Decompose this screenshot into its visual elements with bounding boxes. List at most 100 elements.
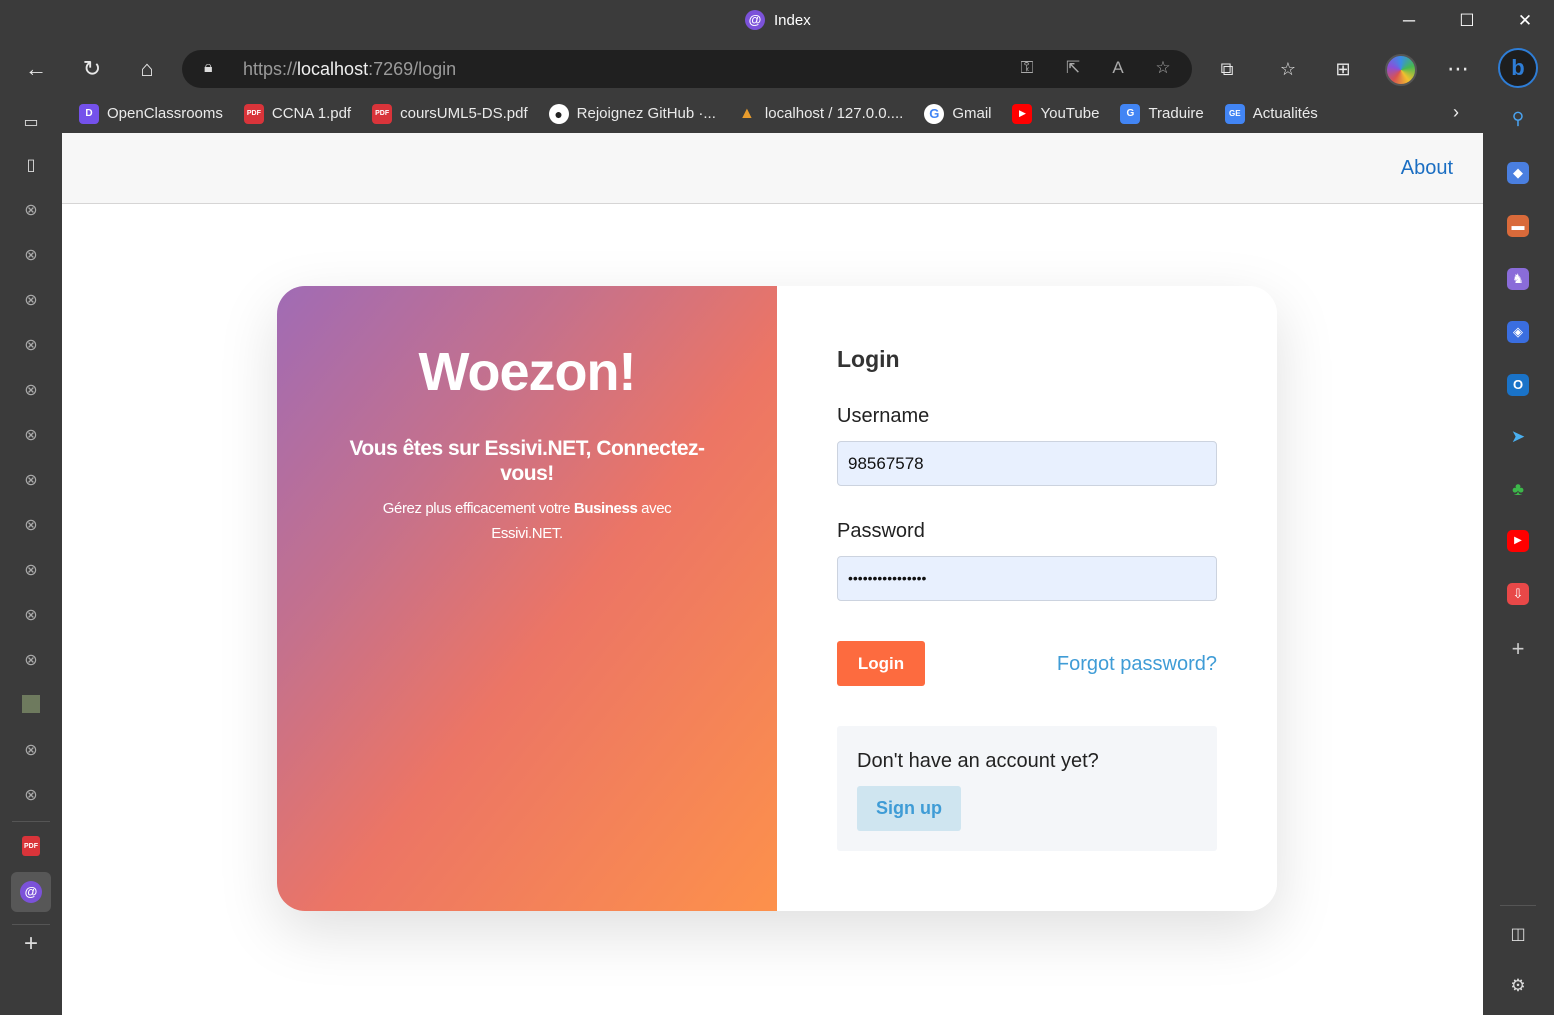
back-icon[interactable]: ←	[18, 51, 54, 87]
tab-error-icon[interactable]: ⊗	[20, 560, 42, 582]
divider	[12, 924, 50, 925]
password-label: Password	[837, 520, 925, 542]
tab-image-icon[interactable]	[22, 695, 40, 713]
welcome-subtext: Gérez plus efficacement votre Business a…	[382, 500, 672, 542]
bookmark-traduire[interactable]: G Traduire	[1120, 103, 1204, 124]
login-form: Login Username 98567578 Password •••••••…	[777, 286, 1277, 911]
games-icon[interactable]: ♞	[1507, 268, 1529, 290]
window-titlebar: @ Index ─ ☐ ✕	[0, 0, 1554, 42]
lock-icon[interactable]: 🔒︎	[204, 59, 224, 79]
welcome-panel: Woezon! Vous êtes sur Essivi.NET, Connec…	[277, 286, 777, 911]
username-input[interactable]: 98567578	[837, 441, 1217, 486]
about-link[interactable]: About	[1401, 157, 1453, 180]
add-favorite-icon[interactable]: ☆	[1152, 58, 1174, 80]
send-icon[interactable]: ➤	[1507, 426, 1529, 448]
bookmark-coursuml[interactable]: PDF coursUML5-DS.pdf	[372, 103, 528, 124]
tab-error-icon[interactable]: ⊗	[20, 515, 42, 537]
bookmark-localhost[interactable]: ▲ localhost / 127.0.0....	[737, 104, 903, 124]
brand-title: Woezon!	[418, 342, 637, 402]
window-title: @ Index	[745, 10, 811, 30]
shopping-tag-icon[interactable]: ◆	[1507, 162, 1529, 184]
tree-icon[interactable]: ♣	[1507, 478, 1529, 500]
tab-error-icon[interactable]: ⊗	[20, 380, 42, 402]
blazor-icon[interactable]: @	[20, 881, 42, 903]
read-aloud-icon[interactable]: A	[1107, 58, 1129, 80]
github-icon: ●	[548, 103, 569, 124]
blazor-icon: @	[745, 10, 765, 30]
tab-actions-icon[interactable]: ▭	[20, 112, 42, 134]
login-button[interactable]: Login	[837, 641, 925, 686]
tab-error-icon[interactable]: ⊗	[20, 425, 42, 447]
bookmarks-bar: D OpenClassrooms PDF CCNA 1.pdf PDF coursUM…	[62, 94, 1483, 133]
extensions-icon[interactable]: ⧉	[1209, 51, 1245, 87]
vertical-tabs-sidebar: ▭ ▯ ⊗ ⊗ ⊗ ⊗ ⊗ ⊗ ⊗ ⊗ ⊗ ⊗ ⊗ ⊗ ⊗ PDF @ +	[0, 94, 62, 1015]
form-title: Login	[837, 346, 900, 372]
sidebar-toggle-icon[interactable]: ◫	[1507, 924, 1529, 946]
tab-error-icon[interactable]: ⊗	[20, 245, 42, 267]
youtube-icon: ▶	[1012, 103, 1033, 124]
edge-sidebar: ⚲ ◆ ▬ ♞ ◈ O ➤ ♣ ▶ ⇩ + ◫ ⚙	[1483, 42, 1554, 1015]
open-in-app-icon[interactable]: ⇱	[1062, 58, 1084, 80]
forgot-password-link[interactable]: Forgot password?	[1057, 653, 1217, 676]
tab-error-icon[interactable]: ⊗	[20, 335, 42, 357]
profile-avatar[interactable]	[1385, 54, 1417, 86]
youtube-icon[interactable]: ▶	[1507, 530, 1529, 552]
bookmark-youtube[interactable]: ▶ YouTube	[1012, 103, 1099, 124]
browser-toolbar: ← ↻ ⌂ 🔒︎ https://localhost:7269/login ⚿ …	[0, 42, 1483, 94]
search-icon[interactable]: ⚲	[1507, 108, 1529, 130]
chevron-right-icon[interactable]: ›	[1453, 102, 1459, 123]
google-icon: G	[924, 103, 945, 124]
url-text[interactable]: https://localhost:7269/login	[243, 59, 456, 80]
window-controls: ─ ☐ ✕	[1380, 0, 1554, 42]
news-icon: GE	[1224, 103, 1245, 124]
bing-chat-icon[interactable]: b	[1498, 48, 1538, 88]
settings-icon[interactable]: ⚙	[1507, 975, 1529, 997]
pdf-icon: PDF	[243, 103, 264, 124]
maximize-button[interactable]: ☐	[1438, 0, 1496, 42]
pdf-icon[interactable]: PDF	[22, 836, 40, 856]
bookmark-actualites[interactable]: GE Actualités	[1224, 103, 1318, 124]
divider	[12, 821, 50, 822]
translate-icon: G	[1120, 103, 1141, 124]
collections-icon[interactable]: ⊞	[1325, 51, 1361, 87]
bookmark-openclassrooms[interactable]: D OpenClassrooms	[79, 103, 223, 124]
bookmark-ccna[interactable]: PDF CCNA 1.pdf	[243, 103, 351, 124]
bookmark-github[interactable]: ● Rejoignez GitHub ·...	[548, 103, 716, 124]
download-icon[interactable]: ⇩	[1507, 583, 1529, 605]
key-icon[interactable]: ⚿	[1016, 58, 1038, 80]
copilot-icon[interactable]: ◈	[1507, 321, 1529, 343]
phpmyadmin-icon: ▲	[738, 104, 755, 122]
favorites-icon[interactable]: ☆	[1270, 51, 1306, 87]
pdf-icon: PDF	[372, 103, 393, 124]
refresh-icon[interactable]: ↻	[74, 51, 110, 87]
signup-section: Don't have an account yet? Sign up	[837, 726, 1217, 851]
outlook-icon[interactable]: O	[1507, 374, 1529, 396]
openclassrooms-icon: D	[79, 103, 99, 124]
welcome-tagline: Vous êtes sur Essivi.NET, Connectez-vous…	[349, 437, 705, 485]
password-input[interactable]: ••••••••••••••••	[837, 556, 1217, 601]
page-icon[interactable]: ▯	[20, 155, 42, 177]
address-bar[interactable]: 🔒︎ https://localhost:7269/login ⚿ ⇱ A ☆	[182, 50, 1192, 88]
more-options-icon[interactable]: ⋯	[1440, 51, 1476, 87]
close-button[interactable]: ✕	[1496, 0, 1554, 42]
tab-error-icon[interactable]: ⊗	[20, 650, 42, 672]
bookmark-gmail[interactable]: G Gmail	[924, 103, 991, 124]
login-card: Woezon! Vous êtes sur Essivi.NET, Connec…	[277, 286, 1277, 911]
web-page: About Woezon! Vous êtes sur Essivi.NET, …	[62, 133, 1483, 1015]
username-label: Username	[837, 405, 930, 427]
app-header: About	[62, 133, 1483, 204]
tab-error-icon[interactable]: ⊗	[20, 785, 42, 807]
new-tab-icon[interactable]: +	[20, 932, 42, 956]
tab-error-icon[interactable]: ⊗	[20, 290, 42, 312]
tools-icon[interactable]: ▬	[1507, 215, 1529, 237]
add-icon[interactable]: +	[1507, 638, 1529, 660]
signup-button[interactable]: Sign up	[857, 786, 961, 831]
tab-error-icon[interactable]: ⊗	[20, 470, 42, 492]
tab-error-icon[interactable]: ⊗	[20, 605, 42, 627]
window-title-text: Index	[774, 11, 811, 29]
tab-error-icon[interactable]: ⊗	[20, 200, 42, 222]
tab-error-icon[interactable]: ⊗	[20, 740, 42, 762]
home-icon[interactable]: ⌂	[129, 51, 165, 87]
minimize-button[interactable]: ─	[1380, 0, 1438, 42]
divider	[1500, 905, 1536, 906]
